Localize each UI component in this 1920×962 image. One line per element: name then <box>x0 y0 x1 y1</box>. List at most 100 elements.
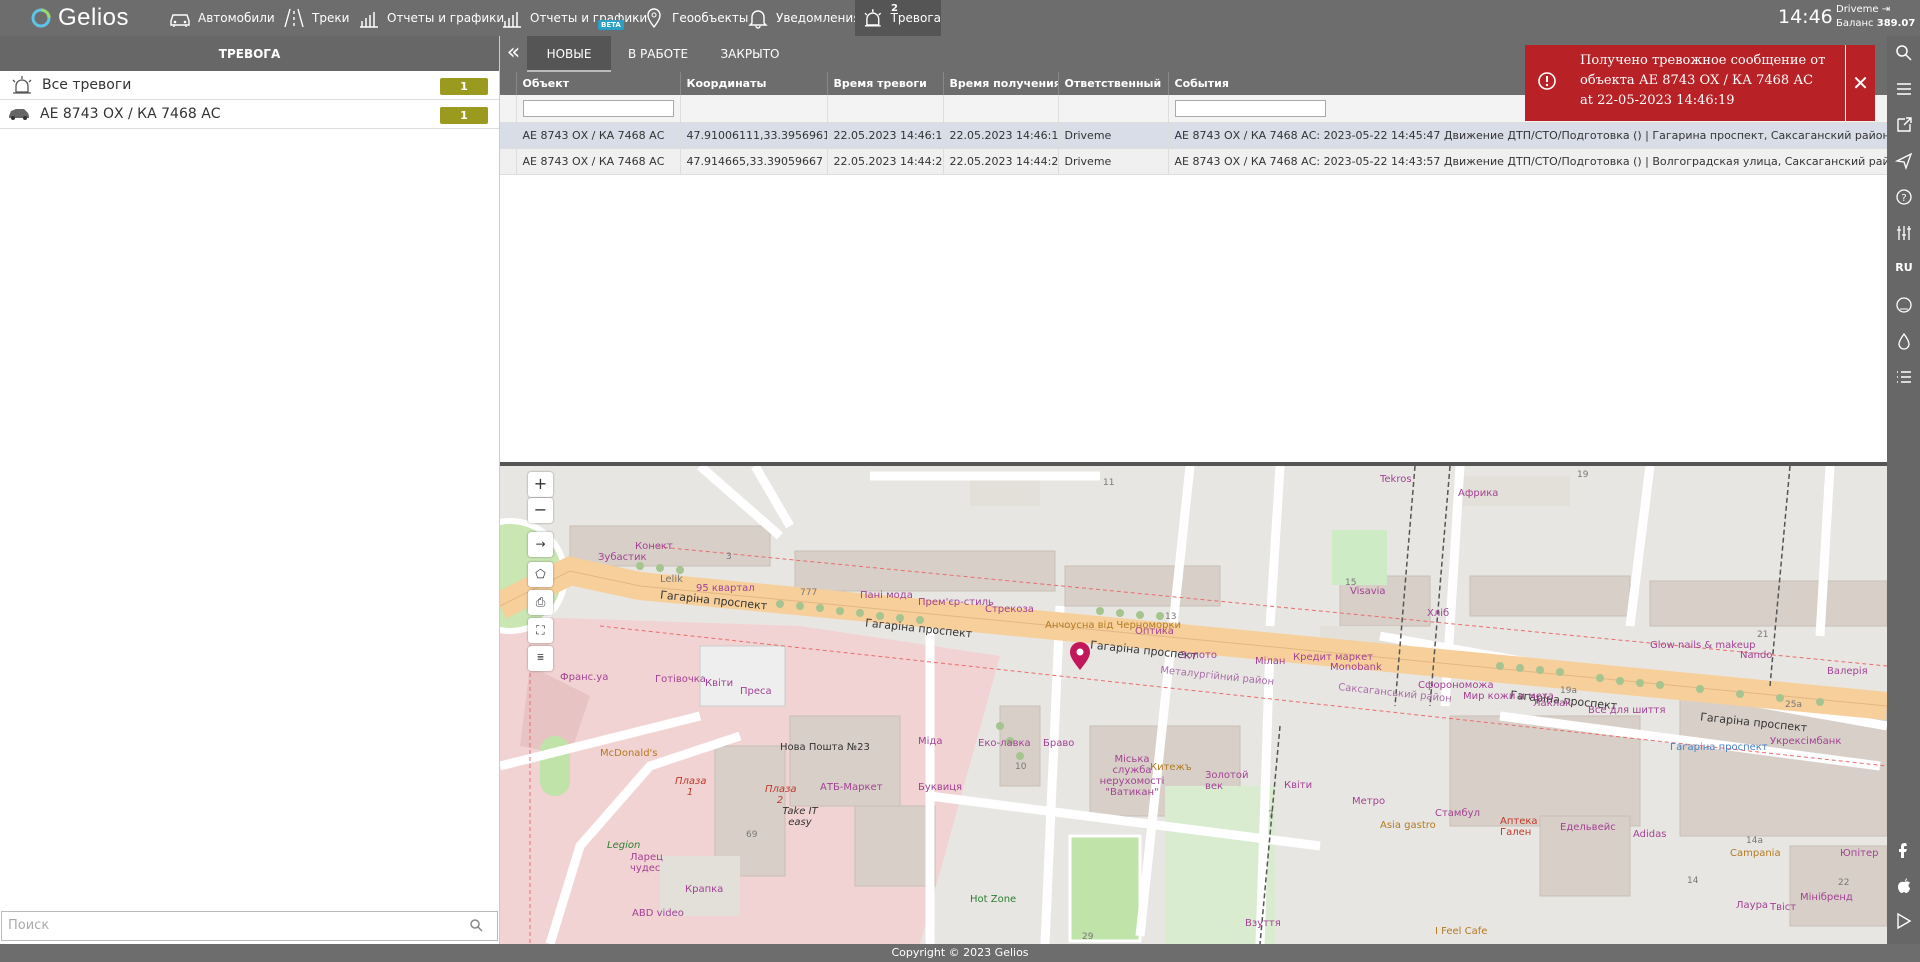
map-poi-label: Едельвейс <box>1560 822 1616 833</box>
zoom-out-button[interactable]: − <box>528 498 553 523</box>
map-poi-label: Крапка <box>685 884 724 895</box>
arrow-right-icon: → <box>535 537 546 551</box>
map-poi-label: Укрексімбанк <box>1770 736 1842 747</box>
map-house-number: 13 <box>1165 612 1177 622</box>
map-poi-label: Африка <box>1458 488 1499 499</box>
map-poi-label: Ларец чудес <box>630 852 663 874</box>
column-header-object[interactable]: Объект <box>516 72 681 95</box>
map-poi-label: АТБ-Маркет <box>820 782 883 793</box>
cell-received-time: 22.05.2023 14:44:26 <box>943 148 1059 175</box>
nav-cars[interactable]: Автомобили <box>168 0 275 36</box>
sliders-icon[interactable] <box>1895 224 1913 242</box>
map-house-number: 14а <box>1746 836 1763 846</box>
map-house-number: 11 <box>1103 478 1115 488</box>
svg-text:?: ? <box>1901 193 1906 204</box>
column-header-received-time[interactable]: Время получения <box>943 72 1059 95</box>
column-header-responsible[interactable]: Ответственный <box>1058 72 1169 95</box>
external-link-icon[interactable] <box>1895 116 1913 134</box>
map-layers-button[interactable]: ≣ <box>528 646 553 671</box>
list-icon[interactable] <box>1895 368 1913 386</box>
row-spacer <box>500 122 517 149</box>
alert-icon <box>1538 72 1556 90</box>
filter-events-input[interactable] <box>1174 99 1326 117</box>
language-switch[interactable]: RU <box>1895 261 1913 279</box>
footer: Copyright © 2023 Gelios <box>0 944 1920 962</box>
column-header-alarm-time[interactable]: Время тревоги <box>827 72 944 95</box>
drop-icon[interactable] <box>1895 332 1913 350</box>
column-header-coords[interactable]: Координаты <box>680 72 828 95</box>
map-house-number: 777 <box>800 588 818 598</box>
map-poi-label: Золото <box>1180 650 1217 661</box>
tab-closed[interactable]: ЗАКРЫТО <box>705 36 795 72</box>
filter-empty-cell <box>827 95 944 123</box>
zoom-in-button[interactable]: + <box>528 472 553 497</box>
tab-in-progress[interactable]: В РАБОТЕ <box>611 36 705 72</box>
map-poi-label: Стрекоза <box>985 604 1034 615</box>
map-house-number: 19 <box>1577 470 1589 480</box>
filter-object-input[interactable] <box>522 99 674 117</box>
nav-notifications[interactable]: Уведомления <box>746 0 860 36</box>
map-poi-label: Take IT easy <box>782 806 818 828</box>
nav-geoobjects[interactable]: Геообъекты <box>642 0 748 36</box>
map-poi-label: Все для шиття <box>1588 705 1666 716</box>
map-view[interactable]: Гагаріна проспект Гагаріна проспект Гага… <box>500 466 1887 944</box>
sidebar-search-input[interactable]: Поиск <box>1 911 498 941</box>
cell-alarm-time: 22.05.2023 14:44:26 <box>827 148 944 175</box>
nav-alarm[interactable]: Тревога <box>855 0 941 36</box>
collapse-sidebar-button[interactable]: « <box>500 36 527 72</box>
google-play-icon[interactable] <box>1895 912 1913 930</box>
map-poi-label: Преса <box>740 686 772 697</box>
beta-badge: BETA <box>598 20 624 30</box>
map-poi-label: Лаклак <box>1533 698 1572 709</box>
draw-polygon-button[interactable]: ⬠ <box>528 562 553 587</box>
cell-events: АЕ 8743 ОХ / КА 7468 АС: 2023-05-22 14:4… <box>1168 122 1888 149</box>
support-icon[interactable] <box>1895 296 1913 314</box>
map-house-number: 10 <box>1015 762 1027 772</box>
app-title: Gelios <box>58 4 130 31</box>
cell-responsible: Driveme <box>1058 148 1169 175</box>
facebook-icon[interactable] <box>1895 841 1913 859</box>
map-poi-label: Оптика <box>1135 626 1174 637</box>
all-alarms-count: 1 <box>440 78 488 95</box>
chart-beta-icon <box>503 12 521 28</box>
map-poi-label: Зубастик <box>598 552 647 563</box>
help-icon[interactable]: ? <box>1895 188 1913 206</box>
filter-object-cell <box>516 95 681 123</box>
app-logo[interactable]: Gelios <box>30 3 129 33</box>
map-poi-label: Стамбул <box>1435 808 1480 819</box>
tab-new[interactable]: НОВЫЕ <box>527 36 611 72</box>
nav-reports[interactable]: Отчеты и графики <box>357 0 504 36</box>
vehicle-row[interactable]: АЕ 8743 ОХ / КА 7468 АС 1 <box>0 100 499 129</box>
bell-icon <box>748 10 768 29</box>
table-row[interactable]: АЕ 8743 ОХ / КА 7468 АС 47.914665,33.390… <box>500 148 1888 175</box>
top-nav-bar: Gelios Автомобили Треки Отчеты и графики… <box>0 0 1920 36</box>
send-icon[interactable] <box>1895 152 1913 170</box>
measure-distance-button[interactable]: → <box>528 532 553 557</box>
column-header-spacer <box>500 72 517 95</box>
car-icon <box>170 14 190 27</box>
map-poi-label: Nando <box>1740 650 1773 661</box>
table-row[interactable]: АЕ 8743 ОХ / КА 7468 АС 47.91006111,33.3… <box>500 122 1888 149</box>
search-icon[interactable] <box>469 918 483 932</box>
map-house-number: 69 <box>746 830 758 840</box>
map-poi-label: 95 квартал <box>696 583 755 594</box>
fullscreen-button[interactable]: ⛶ <box>528 618 553 643</box>
logout-icon[interactable]: ⇥ <box>1882 4 1890 15</box>
nav-reports-beta[interactable]: Отчеты и графики <box>500 0 647 36</box>
map-poi-label: Взуття <box>1245 918 1281 929</box>
nav-tracks[interactable]: Треки <box>282 0 349 36</box>
all-alarms-row[interactable]: Все тревоги 1 <box>0 71 499 100</box>
print-map-button[interactable]: ⎙ <box>528 590 553 615</box>
menu-icon[interactable] <box>1895 80 1913 98</box>
apple-icon[interactable] <box>1895 876 1913 894</box>
search-icon[interactable] <box>1895 44 1913 62</box>
clock: 14:46 <box>1778 6 1833 28</box>
vehicle-marker[interactable] <box>1070 642 1090 670</box>
user-info[interactable]: Driveme ⇥ Баланс 389.07 <box>1836 3 1915 31</box>
close-notification-button[interactable]: ✕ <box>1845 45 1875 121</box>
map-poi-label: Сфорономожа <box>1418 680 1494 691</box>
map-poi-label: Monobank <box>1330 662 1382 673</box>
map-poi-label: Конект <box>635 541 673 552</box>
cell-object: АЕ 8743 ОХ / КА 7468 АС <box>516 148 681 175</box>
map-poi-label: Campania <box>1730 848 1781 859</box>
